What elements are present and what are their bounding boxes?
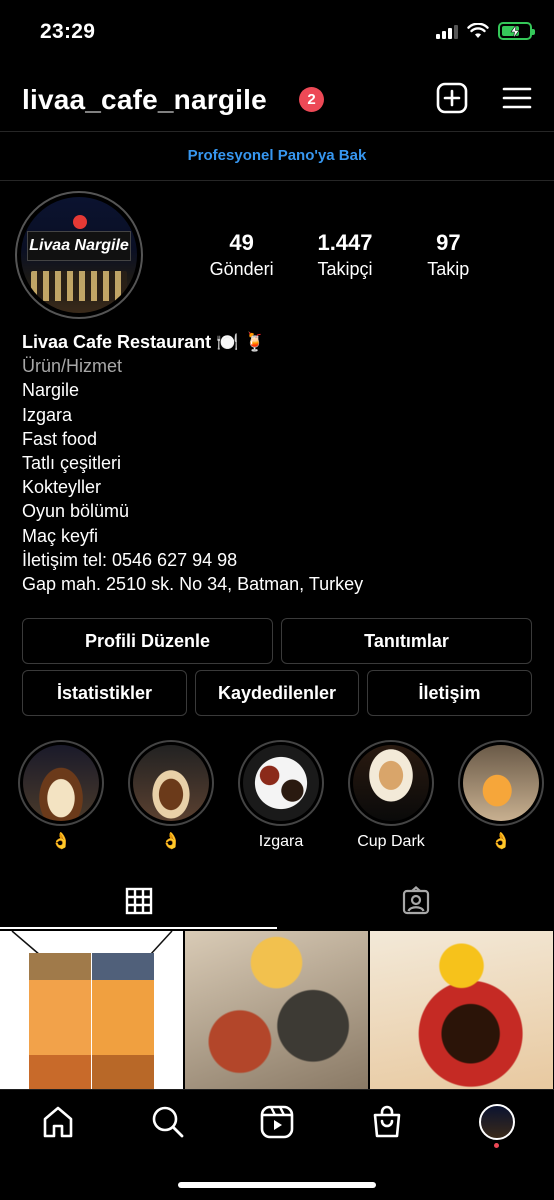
bio-line: Kokteyller [22,477,102,498]
highlight-label: 👌 [51,833,71,850]
highlight-cover [463,745,539,821]
contact-button[interactable]: İletişim [367,670,532,716]
cellular-signal-icon [436,23,458,39]
stat-posts[interactable]: 49 Gönderi [190,230,293,282]
avatar [479,1104,515,1140]
story-highlight[interactable]: Cup Dark [348,740,434,852]
bio-line: Oyun bölümü [22,501,130,522]
active-tab-indicator [0,927,277,929]
display-name: Livaa Cafe Restaurant 🍽️ 🍹 [22,332,266,352]
insights-button[interactable]: İstatistikler [22,670,187,716]
bio-line: Izgara [22,404,73,425]
highlight-label: 👌 [161,833,181,850]
stat-label: Takipçi [317,259,373,279]
bio-line: Fast food [22,428,98,449]
category-label: Ürün/Hizmet [22,356,123,377]
profile-avatar[interactable]: Livaa Nargile [15,191,143,319]
tab-tagged[interactable] [277,873,554,929]
status-time: 23:29 [40,20,96,43]
bio-line: Nargile [22,380,80,401]
home-indicator[interactable] [178,1182,376,1188]
profile-tab-avatar[interactable] [479,1104,515,1140]
profile-bio: Livaa Cafe Restaurant 🍽️ 🍹 Ürün/Hizmet N… [22,330,542,596]
status-icons [436,22,535,40]
notification-dot [494,1143,499,1148]
bio-address[interactable]: Gap mah. 2510 sk. No 34, Batman, Turkey [22,572,542,596]
highlight-cover [353,745,429,821]
highlight-cover [243,745,319,821]
professional-dashboard-link[interactable]: Profesyonel Pano'ya Bak [0,133,554,181]
home-icon[interactable] [40,1104,76,1140]
stat-value: 97 [436,230,461,255]
edit-profile-button[interactable]: Profili Düzenle [22,618,273,664]
stat-value: 1.447 [317,230,373,255]
status-bar: 23:29 [0,0,554,62]
battery-charging-icon [498,22,535,40]
hamburger-menu-icon[interactable] [501,82,533,114]
profile-header: livaa_cafe_nargile 2 [0,62,554,132]
post-thumbnail[interactable] [370,931,553,1089]
saved-button[interactable]: Kaydedilenler [195,670,359,716]
tagged-icon [402,886,429,915]
highlight-label: Cup Dark [357,833,425,850]
stat-value: 49 [229,230,254,255]
bio-line: Tatlı çeşitleri [22,453,122,474]
reels-icon[interactable] [259,1104,295,1140]
shop-icon[interactable] [369,1104,405,1140]
plus-square-icon[interactable] [436,82,468,114]
highlight-label: Izgara [258,833,304,850]
story-highlight[interactable]: 👌 [128,740,214,852]
bio-contact-phone[interactable]: İletişim tel: 0546 627 94 98 [22,548,542,572]
avatar-image: Livaa Nargile [21,197,137,313]
story-highlight[interactable]: 👌 [18,740,104,852]
story-highlight[interactable]: 👌 [458,740,544,852]
highlight-cover [23,745,99,821]
wifi-icon [467,23,489,38]
avatar-sign-text: Livaa Nargile [27,231,131,261]
story-highlight[interactable]: Izgara [238,740,324,852]
post-thumbnail[interactable] [0,931,183,1089]
post-thumbnail[interactable] [185,931,368,1089]
highlight-cover [133,745,209,821]
grid-icon [125,887,152,915]
bio-line: Maç keyfi [22,525,99,546]
stat-following[interactable]: 97 Takip [397,230,500,282]
post-grid [0,931,554,1089]
bottom-navigation [0,1089,554,1159]
tab-grid[interactable] [0,873,277,929]
promotions-button[interactable]: Tanıtımlar [281,618,532,664]
profile-stats: 49 Gönderi 1.447 Takipçi 97 Takip [190,230,500,282]
username-title[interactable]: livaa_cafe_nargile [22,84,267,116]
post-photo [92,953,154,1089]
post-photo [29,953,91,1089]
stat-followers[interactable]: 1.447 Takipçi [293,230,396,282]
stat-label: Gönderi [209,259,274,279]
profile-tabs [0,873,554,929]
logo-mark [73,215,87,229]
search-icon[interactable] [150,1104,186,1140]
highlight-label: 👌 [491,833,511,850]
notification-badge[interactable]: 2 [299,87,324,112]
stat-label: Takip [427,259,470,279]
